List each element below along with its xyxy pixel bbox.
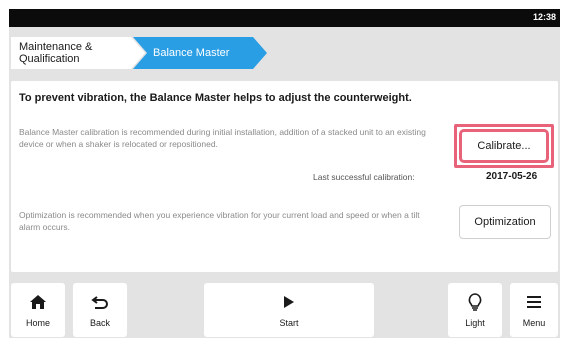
panel-headline: To prevent vibration, the Balance Master…	[19, 92, 412, 104]
breadcrumb-active-label: Balance Master	[153, 47, 230, 59]
light-button[interactable]: Light	[448, 283, 502, 337]
clock: 12:38	[532, 12, 556, 22]
optimization-description: Optimization is recommended when you exp…	[19, 210, 420, 232]
menu-label: Menu	[522, 318, 546, 328]
home-label: Home	[25, 318, 50, 328]
home-icon	[29, 292, 47, 312]
breadcrumb-parent-label: Maintenance & Qualification	[19, 41, 93, 65]
breadcrumb-balance-master: Balance Master	[133, 37, 267, 69]
calibrate-button[interactable]: Calibrate...	[461, 131, 547, 161]
device-screen: 12:38 Maintenance & Qualification Balanc…	[9, 9, 560, 338]
back-arrow-icon	[91, 292, 109, 312]
optimization-button[interactable]: Optimization	[459, 205, 551, 239]
light-label: Light	[465, 318, 485, 328]
bottom-toolbar: Home Back Start Light Menu	[9, 281, 560, 338]
back-button[interactable]: Back	[73, 283, 127, 337]
start-label: Start	[279, 318, 299, 328]
play-icon	[283, 292, 295, 312]
last-calibration-label: Last successful calibration:	[313, 172, 415, 182]
breadcrumb: Maintenance & Qualification Balance Mast…	[9, 34, 560, 72]
lightbulb-icon	[468, 292, 482, 312]
home-button[interactable]: Home	[11, 283, 65, 337]
hamburger-menu-icon	[526, 292, 542, 312]
start-button[interactable]: Start	[204, 283, 374, 337]
back-label: Back	[89, 318, 110, 328]
status-bar: 12:38	[9, 9, 560, 27]
breadcrumb-maintenance-qualification[interactable]: Maintenance & Qualification	[11, 37, 145, 69]
last-calibration-date: 2017-05-26	[486, 171, 538, 182]
balance-master-panel: To prevent vibration, the Balance Master…	[11, 81, 558, 272]
menu-button[interactable]: Menu	[510, 283, 558, 337]
calibration-description: Balance Master calibration is recommende…	[19, 127, 426, 149]
